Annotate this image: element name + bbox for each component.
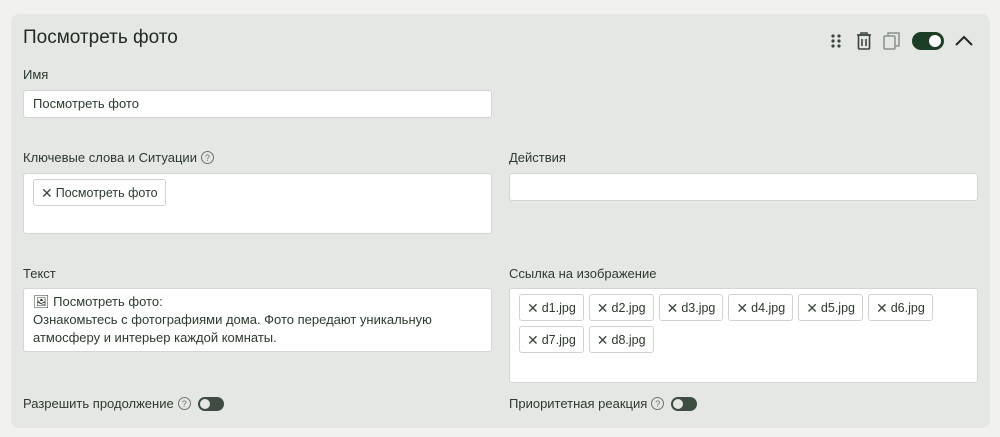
image-chip[interactable]: ✕ d6.jpg (867, 294, 933, 321)
priority-label: Приоритетная реакция (509, 396, 648, 411)
image-chip[interactable]: ✕ d4.jpg (728, 294, 794, 321)
remove-icon[interactable]: ✕ (667, 301, 679, 315)
keyword-chip[interactable]: ✕ Посмотреть фото (33, 179, 166, 206)
remove-icon[interactable]: ✕ (876, 301, 888, 315)
remove-icon[interactable]: ✕ (597, 333, 609, 347)
image-chip-label: d6.jpg (890, 300, 925, 315)
priority-toggle[interactable] (671, 396, 698, 411)
image-chip[interactable]: ✕ d1.jpg (519, 294, 584, 321)
images-field[interactable]: ✕ d1.jpg ✕ d2.jpg ✕ d3.jpg ✕ d4.jpg ✕ d5.jpg … (509, 288, 978, 383)
allow-continue-row: Разрешить продолжение ? (23, 396, 224, 411)
image-chip[interactable]: ✕ d2.jpg (588, 294, 654, 321)
remove-icon[interactable]: ✕ (41, 186, 53, 200)
image-chip[interactable]: ✕ d5.jpg (798, 294, 863, 321)
keywords-chips: ✕ Посмотреть фото (33, 179, 482, 206)
actions-label: Действия (509, 150, 566, 165)
name-input[interactable]: Посмотреть фото (23, 90, 492, 118)
image-chip-label: d5.jpg (820, 300, 855, 315)
help-icon[interactable]: ? (651, 397, 665, 410)
images-label: Ссылка на изображение (509, 266, 657, 281)
remove-icon[interactable]: ✕ (736, 301, 748, 315)
remove-icon[interactable]: ✕ (527, 301, 539, 315)
help-icon[interactable]: ? (177, 397, 191, 410)
image-chip-label: d2.jpg (611, 300, 646, 315)
image-chip-label: d1.jpg (541, 300, 576, 315)
image-chip[interactable]: ✕ d8.jpg (588, 326, 654, 353)
enabled-toggle[interactable] (912, 32, 944, 50)
image-chip[interactable]: ✕ d7.jpg (519, 326, 584, 353)
remove-icon[interactable]: ✕ (597, 301, 609, 315)
rule-card: Посмотреть фото Имя Посмотреть фото Ключ… (11, 14, 990, 428)
trash-icon[interactable] (852, 29, 876, 53)
keyword-chip-label: Посмотреть фото (55, 185, 158, 200)
help-icon[interactable]: ? (200, 151, 214, 164)
keywords-field[interactable]: ✕ Посмотреть фото (23, 173, 492, 234)
text-area[interactable]: 🖼 Посмотреть фото: Ознакомьтесь с фотогр… (23, 288, 492, 352)
keywords-label: Ключевые слова и Ситуации ? (23, 150, 214, 165)
remove-icon[interactable]: ✕ (527, 333, 539, 347)
copy-icon[interactable] (880, 29, 904, 53)
chevron-up-icon[interactable] (952, 29, 976, 53)
card-toolbar (820, 29, 976, 53)
actions-input[interactable] (509, 173, 978, 201)
name-label: Имя (23, 67, 49, 82)
image-chips: ✕ d1.jpg ✕ d2.jpg ✕ d3.jpg ✕ d4.jpg ✕ d5.jpg … (519, 294, 968, 353)
image-chip-label: d3.jpg (681, 300, 716, 315)
card-title: Посмотреть фото (23, 27, 178, 48)
priority-row: Приоритетная реакция ? (509, 396, 698, 411)
drag-dots-icon[interactable] (824, 29, 848, 53)
image-chip[interactable]: ✕ d3.jpg (658, 294, 724, 321)
text-label: Текст (23, 266, 56, 281)
image-chip-label: d7.jpg (541, 332, 576, 347)
allow-continue-toggle[interactable] (197, 396, 224, 411)
image-chip-label: d8.jpg (611, 332, 646, 347)
image-chip-label: d4.jpg (751, 300, 786, 315)
remove-icon[interactable]: ✕ (806, 301, 818, 315)
allow-continue-label: Разрешить продолжение (23, 396, 174, 411)
keywords-label-text: Ключевые слова и Ситуации (23, 150, 197, 165)
